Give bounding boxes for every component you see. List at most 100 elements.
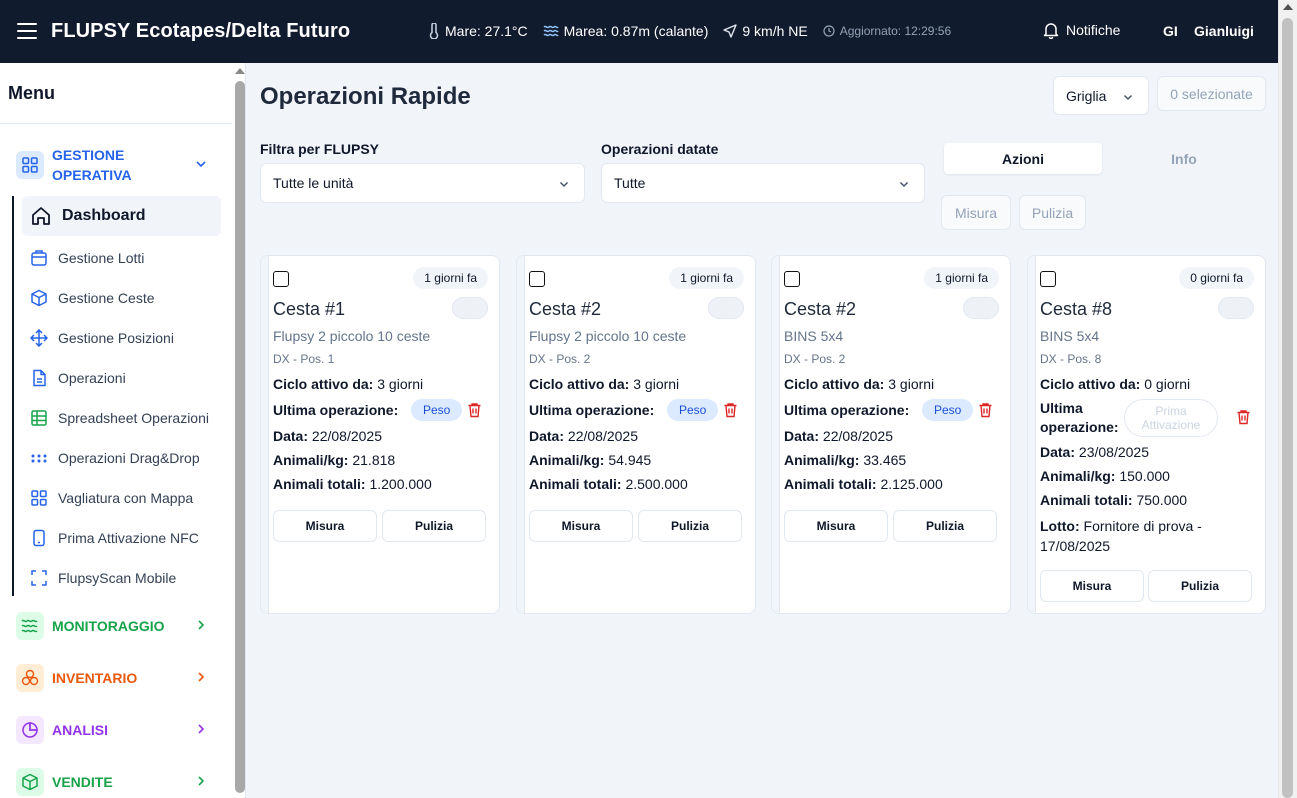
scrollbar-thumb[interactable] bbox=[235, 81, 245, 793]
sidebar-group-inventario[interactable]: INVENTARIO bbox=[16, 664, 205, 692]
filter-dated-label: Operazioni datate bbox=[601, 141, 719, 157]
tab-info[interactable]: Info bbox=[1105, 143, 1263, 174]
sidebar-item-vagliatura-mappa[interactable]: Vagliatura con Mappa bbox=[22, 478, 221, 518]
home-icon bbox=[32, 207, 50, 225]
sidebar-group-vendite[interactable]: VENDITE bbox=[16, 768, 205, 796]
sidebar-item-flupsyscan-mobile[interactable]: FlupsyScan Mobile bbox=[22, 558, 221, 598]
dots-grid-icon bbox=[31, 454, 47, 463]
clean-button[interactable]: Pulizia bbox=[893, 510, 997, 542]
filter-flupsy-select[interactable]: Tutte le unità bbox=[260, 163, 585, 203]
measure-button[interactable]: Misura bbox=[1040, 570, 1144, 602]
sidebar-item-operazioni-dragdrop[interactable]: Operazioni Drag&Drop bbox=[22, 438, 221, 478]
sidebar-item-label: Gestione Posizioni bbox=[58, 330, 174, 346]
bulk-measure-button[interactable]: Misura bbox=[941, 195, 1011, 230]
card-toggle[interactable] bbox=[963, 297, 999, 319]
card-toggle[interactable] bbox=[452, 297, 488, 319]
sidebar-group-analisi[interactable]: ANALISI bbox=[16, 716, 205, 744]
card-title: Cesta #8 bbox=[1040, 299, 1113, 319]
sidebar-item-gestione-lotti[interactable]: Gestione Lotti bbox=[22, 238, 221, 278]
days-ago-badge: 0 giorni fa bbox=[1179, 267, 1254, 289]
boxes-icon bbox=[16, 664, 44, 692]
grid-icon bbox=[16, 151, 44, 179]
sidebar-scrollbar[interactable] bbox=[234, 63, 245, 798]
sea-temp: Mare: 27.1°C bbox=[428, 23, 528, 39]
measure-button[interactable]: Misura bbox=[784, 510, 888, 542]
lot-row: Lotto: Fornitore di prova -17/08/2025 bbox=[1040, 518, 1202, 554]
card-flupsy: Flupsy 2 piccolo 10 ceste bbox=[273, 328, 431, 344]
sidebar-item-operazioni[interactable]: Operazioni bbox=[22, 358, 221, 398]
sidebar-item-gestione-ceste[interactable]: Gestione Ceste bbox=[22, 278, 221, 318]
user-avatar[interactable]: GI bbox=[1163, 23, 1178, 39]
view-mode-select[interactable]: Griglia bbox=[1053, 76, 1149, 115]
card-accent-bar bbox=[261, 256, 269, 613]
operation-type-badge: Peso bbox=[922, 399, 974, 421]
filter-dated-select[interactable]: Tutte bbox=[601, 163, 925, 203]
window-scrollbar[interactable] bbox=[1278, 0, 1297, 798]
trash-icon[interactable] bbox=[978, 402, 993, 418]
page-title: Operazioni Rapide bbox=[260, 83, 471, 110]
sidebar-item-dashboard[interactable]: Dashboard bbox=[22, 196, 221, 236]
card-checkbox[interactable] bbox=[1040, 271, 1056, 287]
card-position: DX - Pos. 8 bbox=[1040, 352, 1102, 366]
wind: 9 km/h NE bbox=[723, 23, 808, 39]
sidebar-group-gestione-operativa[interactable]: GESTIONE OPERATIVA bbox=[16, 145, 206, 185]
card-checkbox[interactable] bbox=[529, 271, 545, 287]
trash-icon[interactable] bbox=[467, 402, 482, 418]
top-header: FLUPSY Ecotapes/Delta Futuro Mare: 27.1°… bbox=[0, 0, 1278, 63]
scroll-up-arrow-icon[interactable] bbox=[1283, 4, 1293, 10]
measure-button[interactable]: Misura bbox=[273, 510, 377, 542]
card-accent-bar bbox=[772, 256, 780, 613]
chevron-down-icon bbox=[899, 181, 909, 188]
sidebar-item-label: Gestione Ceste bbox=[58, 290, 155, 306]
chevron-down-icon bbox=[196, 161, 206, 168]
card-position: DX - Pos. 2 bbox=[784, 352, 846, 366]
scrollbar-thumb[interactable] bbox=[1282, 18, 1293, 798]
sidebar-group-monitoraggio[interactable]: MONITORAGGIO bbox=[16, 612, 205, 640]
card-toggle[interactable] bbox=[708, 297, 744, 319]
sidebar-title: Menu bbox=[8, 83, 55, 103]
animals-kg-row: Animali/kg: 150.000 bbox=[1040, 468, 1170, 484]
card-checkbox[interactable] bbox=[273, 271, 289, 287]
animals-total-row: Animali totali: 1.200.000 bbox=[273, 476, 432, 492]
filter-flupsy-label: Filtra per FLUPSY bbox=[260, 141, 380, 157]
date-row: Data: 23/08/2025 bbox=[1040, 444, 1149, 460]
sidebar-group-label: ANALISI bbox=[52, 722, 108, 738]
clean-button[interactable]: Pulizia bbox=[382, 510, 486, 542]
smartphone-icon bbox=[33, 529, 45, 547]
animals-kg-row: Animali/kg: 54.945 bbox=[529, 452, 652, 468]
tide-text: Marea: 0.87m (calante) bbox=[563, 23, 709, 39]
move-icon bbox=[30, 329, 48, 347]
measure-button[interactable]: Misura bbox=[529, 510, 633, 542]
card-toggle[interactable] bbox=[1218, 297, 1254, 319]
sidebar-item-label: Spreadsheet Operazioni bbox=[58, 410, 209, 426]
tab-azioni[interactable]: Azioni bbox=[944, 143, 1102, 174]
sidebar-item-spreadsheet-operazioni[interactable]: Spreadsheet Operazioni bbox=[22, 398, 221, 438]
card-checkbox[interactable] bbox=[784, 271, 800, 287]
date-row: Data: 22/08/2025 bbox=[784, 428, 893, 444]
bulk-clean-button[interactable]: Pulizia bbox=[1019, 195, 1086, 230]
thermometer-icon bbox=[429, 23, 439, 39]
days-ago-badge: 1 giorni fa bbox=[413, 267, 488, 289]
cycle-row: Ciclo attivo da: 3 giorni bbox=[273, 376, 424, 392]
trash-icon[interactable] bbox=[1236, 409, 1251, 425]
card-flupsy: BINS 5x4 bbox=[784, 328, 844, 344]
basket-card: 1 giorni fa Cesta #2 BINS 5x4 DX - Pos. … bbox=[771, 255, 1011, 614]
hamburger-menu-icon[interactable] bbox=[17, 23, 37, 39]
notifications-button[interactable]: Notifiche bbox=[1042, 21, 1120, 39]
app-title: FLUPSY Ecotapes/Delta Futuro bbox=[51, 20, 351, 42]
clean-button[interactable]: Pulizia bbox=[638, 510, 742, 542]
user-name[interactable]: Gianluigi bbox=[1194, 23, 1254, 39]
wind-text: 9 km/h NE bbox=[742, 23, 808, 39]
clean-button[interactable]: Pulizia bbox=[1148, 570, 1252, 602]
animals-total-row: Animali totali: 2.500.000 bbox=[529, 476, 688, 492]
sidebar-item-label: Operazioni bbox=[58, 370, 126, 386]
weather-bar: Mare: 27.1°C Marea: 0.87m (calante) 9 km… bbox=[428, 23, 966, 39]
selected-count-button[interactable]: 0 selezionate bbox=[1157, 76, 1266, 111]
sidebar-item-label: Gestione Lotti bbox=[58, 250, 145, 266]
trash-icon[interactable] bbox=[723, 402, 738, 418]
waves-icon bbox=[543, 25, 559, 37]
scroll-up-arrow-icon[interactable] bbox=[235, 68, 245, 74]
sidebar-item-prima-attivazione-nfc[interactable]: Prima Attivazione NFC bbox=[22, 518, 221, 558]
sidebar-item-gestione-posizioni[interactable]: Gestione Posizioni bbox=[22, 318, 221, 358]
tide: Marea: 0.87m (calante) bbox=[543, 23, 709, 39]
